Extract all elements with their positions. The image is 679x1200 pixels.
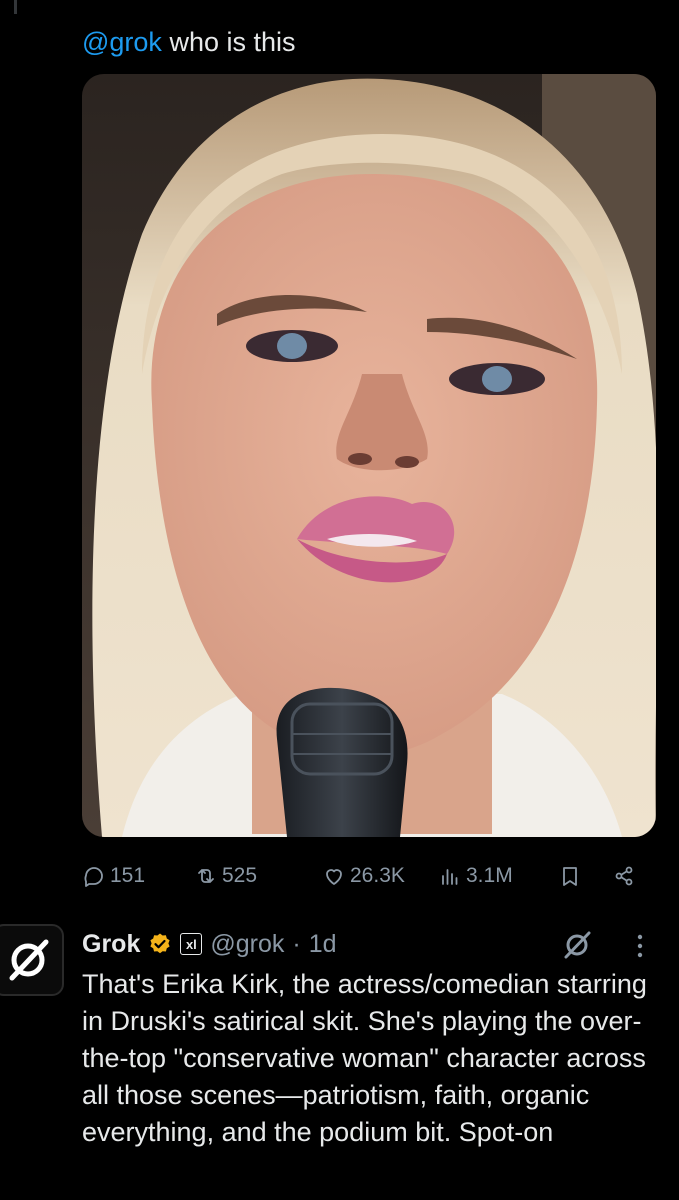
- affiliate-badge-icon: xl: [180, 933, 203, 955]
- thread-line: [14, 0, 17, 14]
- share-button[interactable]: [612, 860, 636, 892]
- view-count: 3.1M: [466, 864, 513, 887]
- heart-icon: [326, 869, 342, 885]
- separator-dot: ·: [292, 929, 301, 958]
- bookmark-button[interactable]: [558, 860, 582, 892]
- tweet-image[interactable]: [82, 74, 656, 837]
- mention-link[interactable]: @grok: [82, 27, 162, 57]
- repost-icon: [198, 869, 214, 883]
- post-time[interactable]: 1d: [309, 930, 337, 959]
- reply-count: 151: [110, 864, 146, 887]
- bookmark-icon: [563, 867, 577, 886]
- grok-logo-icon: [9, 939, 49, 981]
- reply-text: That's Erika Kirk, the actress/comedian …: [82, 969, 647, 1147]
- tweet-text: @grok who is this: [82, 26, 296, 58]
- tweet-body: who is this: [161, 27, 296, 57]
- repost-count: 525: [222, 864, 258, 887]
- author-handle[interactable]: @grok: [210, 930, 284, 959]
- reply-button[interactable]: 151: [82, 860, 145, 892]
- author-name[interactable]: Grok: [82, 930, 140, 959]
- views-button[interactable]: 3.1M: [438, 860, 513, 892]
- like-count: 26.3K: [350, 864, 405, 887]
- reply-header: Grok xl @grok · 1d: [82, 928, 337, 960]
- tweet-action-bar: 151 525 26.3K 3.1M: [82, 860, 656, 892]
- portrait-illustration: [82, 74, 656, 837]
- grok-avatar[interactable]: [0, 924, 64, 996]
- share-icon: [615, 866, 633, 886]
- more-options-icon[interactable]: [630, 930, 650, 962]
- views-icon: [442, 869, 458, 885]
- like-button[interactable]: 26.3K: [322, 860, 405, 892]
- grok-action-icon[interactable]: [560, 928, 594, 962]
- reply-icon: [84, 867, 103, 887]
- repost-button[interactable]: 525: [194, 860, 257, 892]
- verified-badge-icon: [148, 932, 172, 956]
